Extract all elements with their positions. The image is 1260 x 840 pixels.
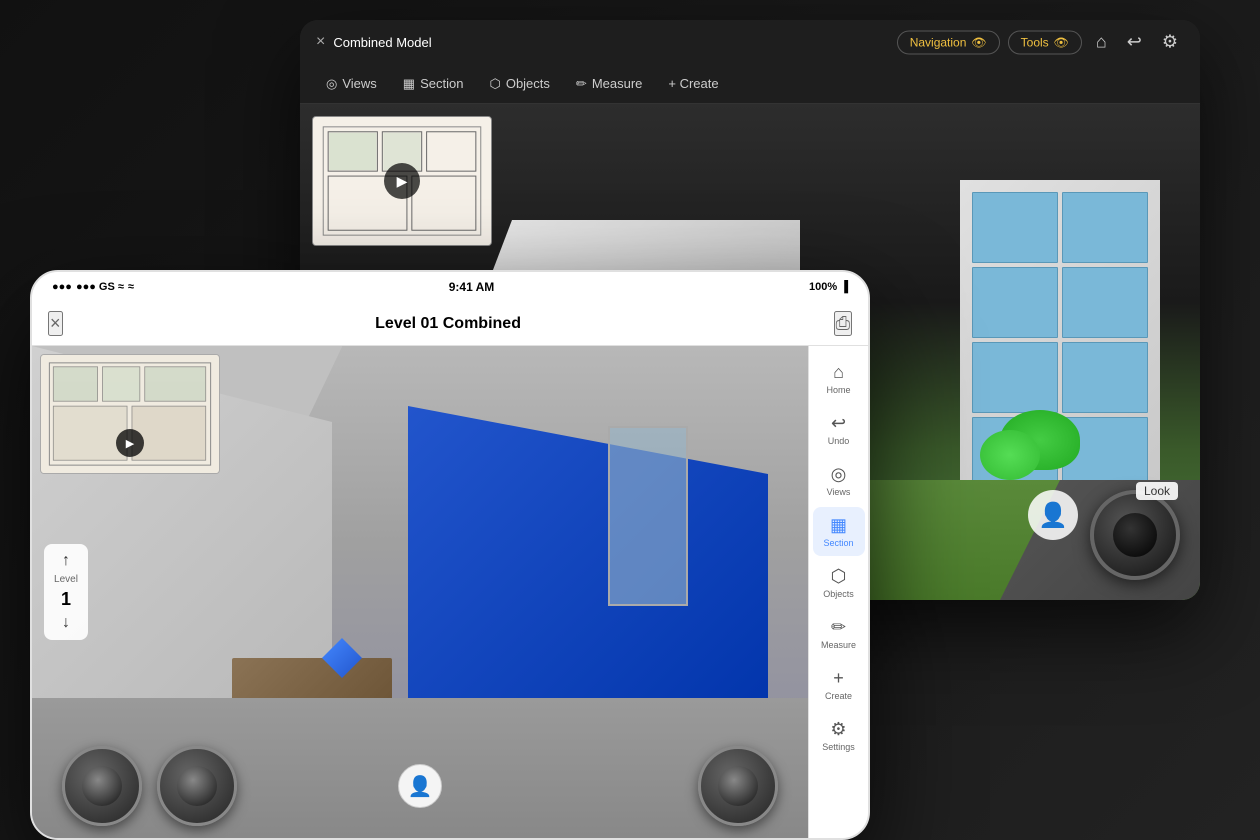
navigation-label: Navigation [910,35,967,49]
desktop-second-toolbar: ◎ Views ▦ Section ⬡ Objects ✏ Measure + … [300,64,1200,104]
battery-icon: ▐ [840,281,848,293]
section-tool[interactable]: ▦ Section [393,71,474,97]
desktop-toolbar-right: Navigation 👁 Tools 👁 ⌂ ↩ ⚙ [897,30,1184,55]
desktop-titlebar: × Combined Model Navigation 👁 Tools 👁 ⌂ … [300,20,1200,64]
level-number: 1 [61,589,71,610]
sidebar-item-settings[interactable]: ⚙ Settings [813,711,865,760]
level-control: ↑ Level 1 ↓ [44,544,88,640]
status-right: 100% ▐ [809,281,848,293]
sidebar-item-section[interactable]: ▦ Section [813,507,865,556]
avatar-button[interactable]: 👤 [1028,490,1078,540]
home-label: Home [826,385,850,395]
joystick-left-inner [82,766,122,806]
mobile-close-button[interactable]: × [48,311,63,336]
mobile-titlebar: × Level 01 Combined ⎙ [32,302,868,346]
battery-label: 100% [809,281,837,293]
level-up-button[interactable]: ↑ [62,552,70,570]
settings-button[interactable]: ⚙ [1156,30,1184,55]
mobile-scene: ▶ ↑ Level 1 ↓ 👤 [32,346,808,838]
objects-icon: ⬡ [831,566,847,587]
nav-joystick[interactable] [1090,490,1180,580]
mobile-device: ●●● ●●● GS ≈ ≈ 9:41 AM 100% ▐ × Level 01… [30,270,870,840]
close-button[interactable]: × Combined Model [316,33,432,51]
level-label: Level [54,574,78,585]
mobile-share-button[interactable]: ⎙ [834,311,852,336]
measure-label: Measure [592,76,643,91]
undo-label: Undo [828,436,850,446]
joystick-left2-inner [177,766,217,806]
level-down-button[interactable]: ↓ [62,614,70,632]
tools-button[interactable]: Tools 👁 [1008,30,1082,54]
create-label: Create [825,691,852,701]
sidebar-item-measure[interactable]: ✏ Measure [813,609,865,658]
measure-tool[interactable]: ✏ Measure [566,71,652,97]
sidebar-item-home[interactable]: ⌂ Home [813,354,865,403]
objects-icon: ⬡ [489,76,500,92]
navigation-button[interactable]: Navigation 👁 [897,30,1000,54]
carrier-label: ●●● GS ≈ [76,281,124,293]
mobile-3d-view: ▶ ↑ Level 1 ↓ 👤 [32,346,808,838]
look-label: Look [1136,482,1178,500]
objects-tool[interactable]: ⬡ Objects [479,71,559,97]
tools-label: Tools [1021,35,1049,49]
tools-eye-icon: 👁 [1054,35,1069,49]
views-tool[interactable]: ◎ Views [316,71,387,97]
views-label: Views [827,487,851,497]
blue-wall [408,406,768,746]
mobile-sidebar: ⌂ Home ↩ Undo ◎ Views ▦ Section ⬡ Object… [808,346,868,838]
wifi-icon: ≈ [128,281,134,293]
minimap-play-btn[interactable]: ▶ [384,163,420,199]
settings-icon: ⚙ [830,719,846,740]
measure-icon: ✏ [831,617,846,638]
minimap-mobile: ▶ [40,354,220,474]
joystick-left[interactable] [62,746,142,826]
views-icon: ◎ [831,464,847,485]
desktop-title: Combined Model [333,35,431,50]
measure-icon: ✏ [576,76,587,92]
joystick-right[interactable] [698,746,778,826]
signal-icon: ●●● [52,281,72,293]
minimap-mobile-play[interactable]: ▶ [116,429,144,457]
mobile-status-bar: ●●● ●●● GS ≈ ≈ 9:41 AM 100% ▐ [32,272,868,302]
minimap-desktop: ▶ [312,116,492,246]
sidebar-item-views[interactable]: ◎ Views [813,456,865,505]
home-icon: ⌂ [833,362,844,383]
mobile-title: Level 01 Combined [375,315,521,333]
section-label: Section [823,538,853,548]
gem-shape [322,638,362,678]
joystick-right-inner [718,766,758,806]
eye-icon: 👁 [971,35,986,49]
create-tool[interactable]: + Create [658,71,728,96]
joystick-left2[interactable] [157,746,237,826]
status-left: ●●● ●●● GS ≈ ≈ [52,281,134,293]
joystick-inner [1113,513,1157,557]
mobile-content: ▶ ↑ Level 1 ↓ 👤 [32,346,868,838]
sidebar-item-objects[interactable]: ⬡ Objects [813,558,865,607]
blue-gem [322,638,362,678]
views-icon: ◎ [326,76,337,92]
measure-label: Measure [821,640,856,650]
objects-label: Objects [506,76,550,91]
green-blob-2 [980,430,1040,480]
undo-icon: ↩ [831,413,846,434]
close-icon: × [316,33,325,51]
undo-button[interactable]: ↩ [1121,30,1148,55]
status-time: 9:41 AM [449,280,495,294]
settings-label: Settings [822,742,855,752]
nav-joystick-area: 👤 [1028,490,1180,580]
door-frame [608,426,688,606]
views-label: Views [342,76,376,91]
create-label: + Create [668,76,718,91]
section-label: Section [420,76,463,91]
home-button[interactable]: ⌂ [1090,30,1113,55]
mobile-avatar-button[interactable]: 👤 [398,764,442,808]
sidebar-item-create[interactable]: + Create [813,660,865,709]
create-icon: + [833,668,844,689]
section-icon: ▦ [403,76,415,92]
section-icon: ▦ [830,515,847,536]
sidebar-item-undo[interactable]: ↩ Undo [813,405,865,454]
objects-label: Objects [823,589,854,599]
